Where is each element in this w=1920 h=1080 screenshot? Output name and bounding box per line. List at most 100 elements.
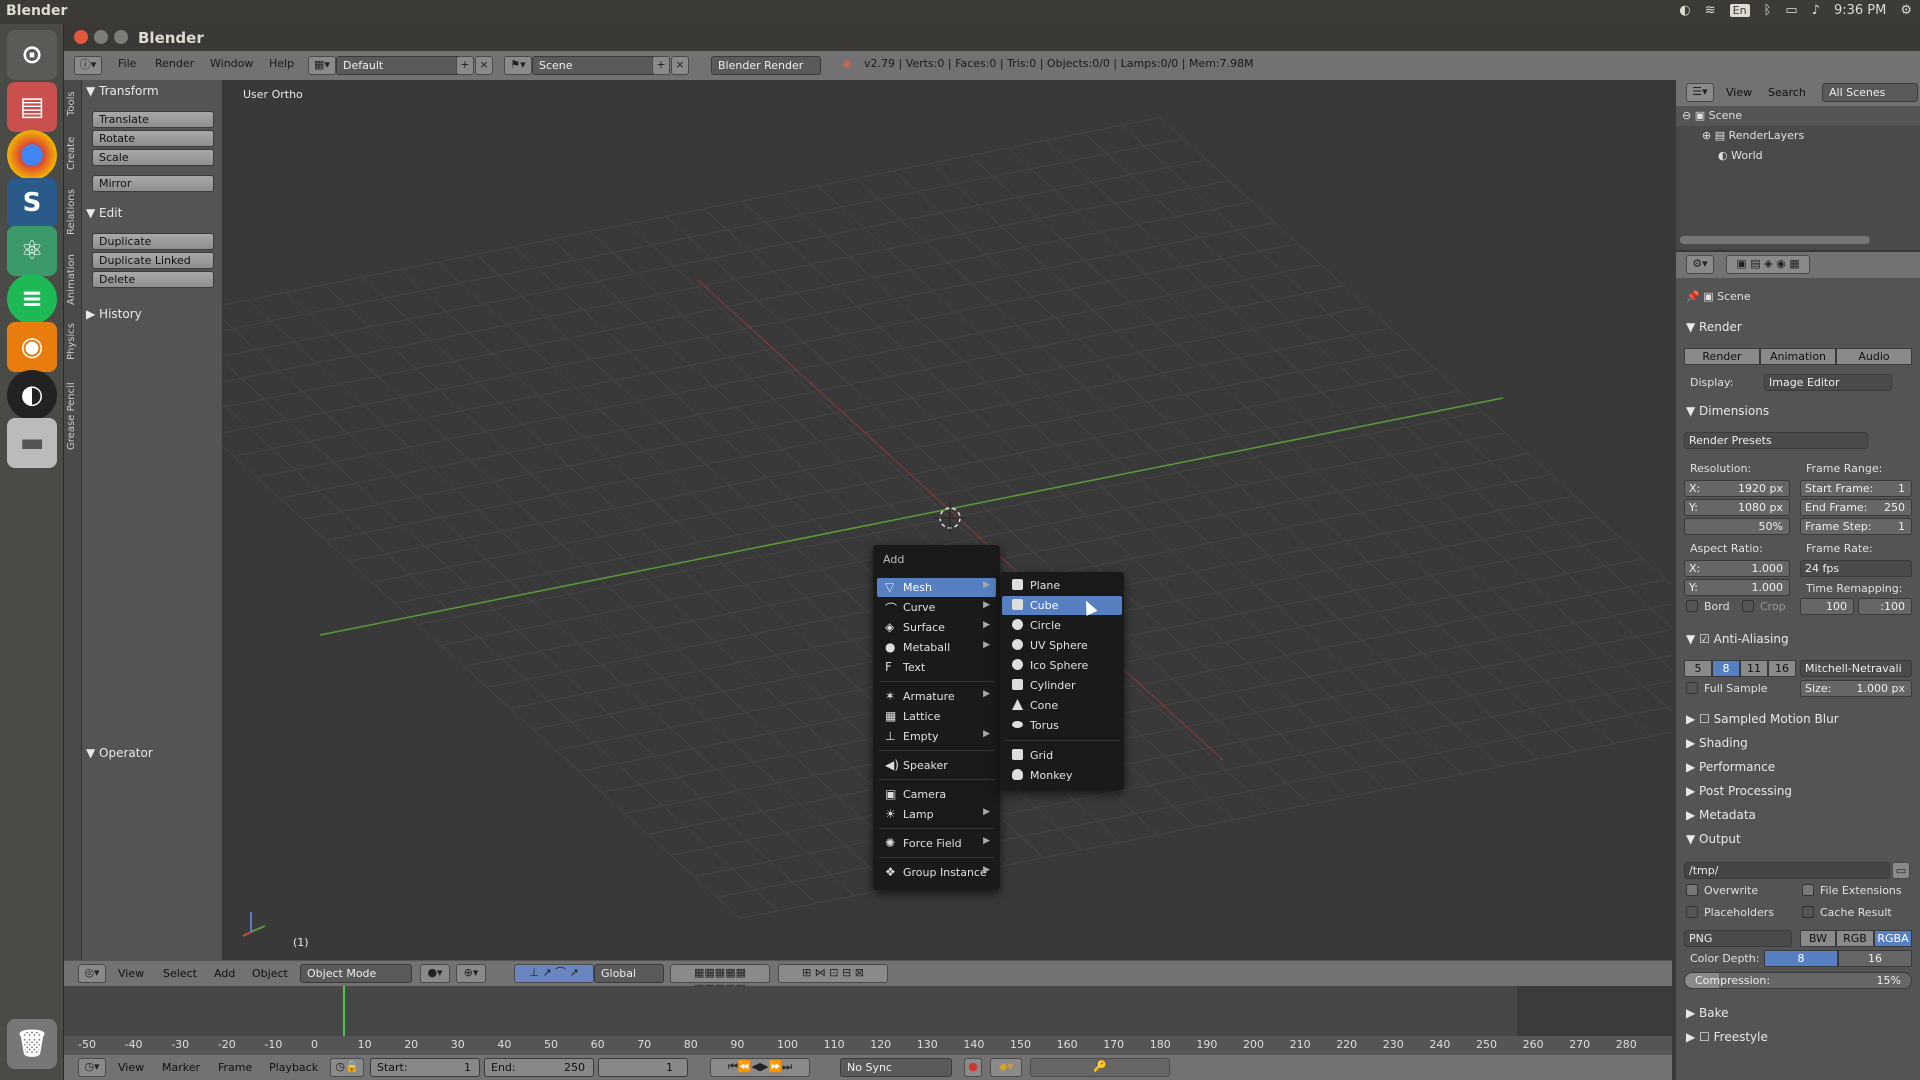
- mesh-item-uv-sphere[interactable]: UV Sphere: [1002, 636, 1122, 655]
- color-mode-rgba[interactable]: RGBA: [1874, 930, 1912, 947]
- manipulator-icon[interactable]: ⊥ ↗ ⌒ ↗: [514, 964, 594, 983]
- timeline[interactable]: -50 -40 -30 -20 -10 0 10 20 30 40 50 60 70 80 90 100 110…: [64, 986, 1672, 1054]
- scale-button[interactable]: Scale: [92, 149, 214, 166]
- orientation-select[interactable]: Global: [594, 964, 664, 983]
- editor-type-icon[interactable]: ◎▾: [78, 964, 106, 983]
- menu-select[interactable]: Select: [163, 967, 197, 980]
- mode-select[interactable]: Object Mode: [300, 964, 412, 983]
- pivot-icon[interactable]: ⊕▾: [456, 964, 486, 983]
- menu-item-surface[interactable]: ◈ Surface ▶: [877, 618, 996, 637]
- mesh-item-plane[interactable]: Plane: [1002, 576, 1122, 595]
- duplicate-button[interactable]: Duplicate: [92, 233, 214, 250]
- timeline-track[interactable]: [64, 986, 1672, 1036]
- cache-result-checkbox[interactable]: [1802, 906, 1814, 918]
- menu-window[interactable]: Window: [210, 57, 253, 70]
- editor-type-icon[interactable]: ☰▾: [1686, 83, 1714, 102]
- transform-panel-header[interactable]: ▼ Transform: [86, 84, 159, 98]
- layout-icon[interactable]: ▦▾: [308, 56, 336, 75]
- outliner-menu-search[interactable]: Search: [1768, 86, 1806, 99]
- keyboard-lang[interactable]: En: [1729, 4, 1750, 17]
- dimensions-section-header[interactable]: ▼ Dimensions: [1686, 404, 1769, 418]
- crop-checkbox[interactable]: [1742, 600, 1754, 612]
- resolution-percentage-field[interactable]: 50%: [1684, 518, 1790, 535]
- scene-selector[interactable]: Scene: [532, 56, 662, 75]
- mesh-item-cone[interactable]: Cone: [1002, 696, 1122, 715]
- file-extensions-checkbox[interactable]: [1802, 884, 1814, 896]
- gear-icon[interactable]: ⚙: [1900, 3, 1912, 18]
- frame-step-field[interactable]: Frame Step: 1: [1800, 518, 1912, 535]
- end-frame-field[interactable]: End Frame: 250: [1800, 499, 1912, 516]
- color-mode-rgb[interactable]: RGB: [1836, 930, 1874, 947]
- volume-icon[interactable]: ♪: [1812, 3, 1820, 18]
- bluetooth-icon[interactable]: ᛒ: [1764, 3, 1772, 18]
- menu-item-force-field[interactable]: ✺ Force Field ▶: [877, 834, 996, 853]
- steam-icon[interactable]: S: [7, 178, 57, 228]
- menu-item-lattice[interactable]: ▦ Lattice: [877, 707, 996, 726]
- menu-playback[interactable]: Playback: [269, 1061, 318, 1074]
- menu-item-lamp[interactable]: ☀ Lamp ▶: [877, 805, 996, 824]
- translate-button[interactable]: Translate: [92, 111, 214, 128]
- playback-controls-icon[interactable]: ⏮⏪◀▶⏩⏭: [710, 1058, 810, 1077]
- keying-set-icon[interactable]: 🔑: [1030, 1058, 1170, 1077]
- file-format-select[interactable]: PNG: [1684, 930, 1792, 947]
- render-presets-select[interactable]: Render Presets: [1684, 432, 1868, 449]
- aa-sample-5[interactable]: 5: [1684, 660, 1712, 677]
- rotate-button[interactable]: Rotate: [92, 130, 214, 147]
- aspect-x-field[interactable]: X: 1.000: [1684, 560, 1790, 577]
- menu-item-armature[interactable]: ✶ Armature ▶: [877, 687, 996, 706]
- spotify-icon[interactable]: ≡: [7, 274, 57, 324]
- display-select[interactable]: Image Editor: [1764, 374, 1892, 391]
- playhead[interactable]: [343, 986, 345, 1036]
- menu-view[interactable]: View: [118, 967, 144, 980]
- search-dash-icon[interactable]: ⊙: [7, 30, 57, 80]
- menu-item-metaball[interactable]: ● Metaball ▶: [877, 638, 996, 657]
- files-icon[interactable]: ▤: [7, 82, 57, 132]
- snap-icon[interactable]: ⊞ ⋈ ⊡ ⊟ ⊠: [778, 964, 888, 983]
- editor-type-icon[interactable]: ◷▾: [78, 1058, 106, 1077]
- sync-select[interactable]: No Sync: [840, 1058, 952, 1077]
- edit-panel-header[interactable]: ▼ Edit: [86, 206, 122, 220]
- menu-marker[interactable]: Marker: [162, 1061, 200, 1074]
- obs-tray-icon[interactable]: ◐: [1679, 3, 1690, 18]
- obs-icon[interactable]: ◐: [7, 370, 57, 420]
- outliner-scrollbar[interactable]: [1680, 236, 1870, 244]
- outliner-menu-view[interactable]: View: [1726, 86, 1752, 99]
- wifi-icon[interactable]: ≋: [1705, 3, 1716, 18]
- menu-frame[interactable]: Frame: [218, 1061, 252, 1074]
- menu-file[interactable]: File: [118, 57, 136, 70]
- mesh-item-circle[interactable]: Circle: [1002, 616, 1122, 635]
- remap-old-field[interactable]: 100: [1800, 598, 1854, 615]
- motion-blur-section-header[interactable]: ▶ ☐ Sampled Motion Blur: [1686, 712, 1839, 726]
- maximize-button[interactable]: [114, 30, 128, 44]
- output-section-header[interactable]: ▼ Output: [1686, 832, 1741, 846]
- aspect-y-field[interactable]: Y: 1.000: [1684, 579, 1790, 596]
- post-processing-section-header[interactable]: ▶ Post Processing: [1686, 784, 1792, 798]
- filter-size-field[interactable]: Size: 1.000 px: [1800, 680, 1912, 697]
- remap-new-field[interactable]: :100: [1858, 598, 1912, 615]
- anti-aliasing-section-header[interactable]: ▼ ☑ Anti-Aliasing: [1686, 632, 1789, 646]
- start-frame-field[interactable]: Start: 1: [370, 1058, 480, 1077]
- delete-button[interactable]: Delete: [92, 271, 214, 288]
- full-sample-checkbox[interactable]: [1686, 682, 1698, 694]
- border-checkbox[interactable]: [1686, 600, 1698, 612]
- aa-sample-8[interactable]: 8: [1712, 660, 1740, 677]
- color-mode-bw[interactable]: BW: [1800, 930, 1836, 947]
- layout-selector[interactable]: Default: [336, 56, 466, 75]
- properties-context-icons[interactable]: ▣ ▤ ◈ ◉ ▦: [1726, 255, 1810, 274]
- drive-icon[interactable]: ▬: [7, 418, 57, 468]
- current-frame-field[interactable]: 1: [598, 1058, 688, 1077]
- render-section-header[interactable]: ▼ Render: [1686, 320, 1742, 334]
- mesh-item-grid[interactable]: Grid: [1002, 746, 1122, 765]
- keyframe-icon[interactable]: ◆▾: [990, 1058, 1022, 1077]
- compression-slider[interactable]: Compression: 15%: [1684, 972, 1912, 989]
- history-panel-header[interactable]: ▶ History: [86, 307, 142, 321]
- mirror-button[interactable]: Mirror: [92, 175, 214, 192]
- metadata-section-header[interactable]: ▶ Metadata: [1686, 808, 1756, 822]
- start-frame-field[interactable]: Start Frame: 1: [1800, 480, 1912, 497]
- aa-sample-11[interactable]: 11: [1740, 660, 1768, 677]
- menu-help[interactable]: Help: [269, 57, 294, 70]
- menu-item-curve[interactable]: ⌒ Curve ▶: [877, 598, 996, 617]
- tab-animation[interactable]: Animation: [66, 245, 80, 305]
- menu-render[interactable]: Render: [155, 57, 194, 70]
- mesh-item-cube[interactable]: Cube: [1002, 596, 1122, 615]
